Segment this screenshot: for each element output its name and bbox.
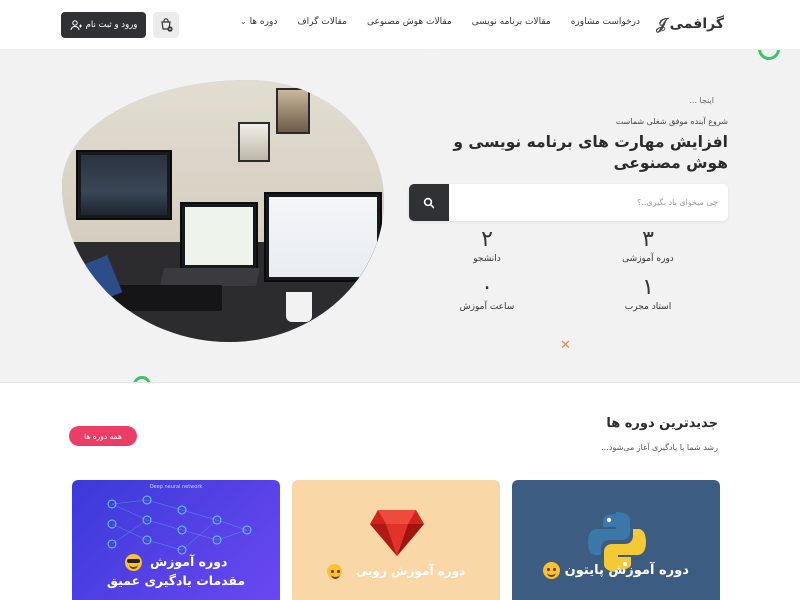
course-card-title-text: دوره آموزش پایتون [564, 563, 689, 578]
search-icon [423, 197, 435, 208]
login-register-label: ورود و ثبت نام [85, 20, 138, 30]
course-card-python[interactable]: دوره آموزش پایتون [512, 480, 720, 600]
photo-monitor [180, 202, 258, 270]
section-title: جدیدترین دوره ها [606, 416, 718, 431]
photo-monitor [76, 150, 172, 220]
stat-label: ساعت آموزش [459, 302, 515, 312]
stat-label: استاد مجرب [624, 302, 672, 312]
hero-eyebrow: اینجا ... [689, 96, 714, 105]
course-card-title-line1: دوره آموزش [149, 554, 228, 569]
photo-poster [238, 122, 270, 162]
main-nav: دوره ها⌄ مقالات گراف مقالات هوش مصنوعی م… [240, 17, 640, 27]
logo-mark-icon: 𝒥 [656, 15, 667, 33]
photo-poster [276, 88, 310, 134]
site-header: گرافمی 𝒥 دوره ها⌄ مقالات گراف مقالات هوش… [0, 0, 800, 50]
nav-graph-articles[interactable]: مقالات گراف [297, 17, 347, 27]
photo-mug [286, 292, 312, 322]
stat-label: دانشجو [473, 254, 501, 264]
nav-programming-articles[interactable]: مقالات برنامه نویسی [472, 17, 551, 27]
course-card-title: دوره آموزش مقدمات یادگیری عمیق [72, 552, 280, 590]
stat-instructors: ۱ استاد مجرب [598, 275, 698, 313]
nav-courses-label: دوره ها [249, 17, 278, 27]
wink-emoji-icon [326, 564, 342, 579]
smile-emoji-icon [543, 562, 561, 579]
course-card-title: دوره آموزش پایتون [512, 562, 720, 579]
decorative-ring [133, 376, 151, 382]
stat-value: ۰ [481, 275, 493, 300]
decorative-cross-icon: ✕ [428, 50, 437, 54]
section-subtitle: رشد شما با یادگیری آغاز می‌شود... [601, 443, 718, 452]
stat-value: ۲ [481, 227, 493, 252]
cart-icon [161, 18, 173, 32]
cool-emoji-icon [124, 554, 142, 571]
search-button[interactable] [409, 184, 449, 221]
decorative-ring [758, 50, 780, 60]
network-heading: Deep neural network [149, 484, 203, 490]
site-logo[interactable]: گرافمی 𝒥 [656, 15, 724, 33]
user-add-icon [70, 20, 82, 31]
hero-workspace-image [62, 80, 384, 342]
course-card-title-line2: مقدمات یادگیری عمیق [106, 573, 246, 588]
all-courses-button[interactable]: همه دوره ها [69, 426, 137, 446]
photo-monitor [264, 192, 382, 282]
logo-text: گرافمی [669, 16, 724, 32]
stat-students: ۲ دانشجو [437, 227, 537, 265]
search-input[interactable] [453, 184, 718, 221]
nav-consultation[interactable]: درخواست مشاوره [571, 17, 640, 27]
login-register-button[interactable]: ورود و ثبت نام [61, 12, 146, 38]
course-search [409, 184, 728, 221]
stat-courses: ۳ دوره آموزشی [598, 227, 698, 265]
chevron-down-icon: ⌄ [239, 17, 247, 26]
hero-title: افزایش مهارت های برنامه نویسی و هوش مصنو… [453, 133, 728, 172]
cart-button[interactable] [153, 12, 179, 38]
nav-courses[interactable]: دوره ها⌄ [240, 17, 277, 27]
ruby-gem-icon [370, 510, 424, 556]
nav-ai-articles[interactable]: مقالات هوش مصنوعی [367, 17, 452, 27]
stat-value: ۳ [642, 227, 654, 252]
course-card-title-text: دوره آموزش روبی [355, 564, 466, 578]
course-card-title: دوره آموزش روبی [292, 564, 500, 579]
decorative-cross-icon: ✕ [560, 338, 571, 353]
hero-subtitle: شروع آینده موفق شغلی شماست [615, 117, 728, 126]
photo-laptop-base [160, 268, 260, 286]
stat-hours: ۰ ساعت آموزش [437, 275, 537, 313]
course-card-ruby[interactable]: دوره آموزش روبی [292, 480, 500, 600]
stat-label: دوره آموزشی [622, 254, 674, 264]
hero-section: ✕ ✕ اینجا ... شروع آینده موفق شغلی شماست… [0, 50, 800, 383]
course-card-deep-learning[interactable]: Deep neural network دوره آموزش مقدمات یا… [72, 480, 280, 600]
stat-value: ۱ [642, 275, 654, 300]
